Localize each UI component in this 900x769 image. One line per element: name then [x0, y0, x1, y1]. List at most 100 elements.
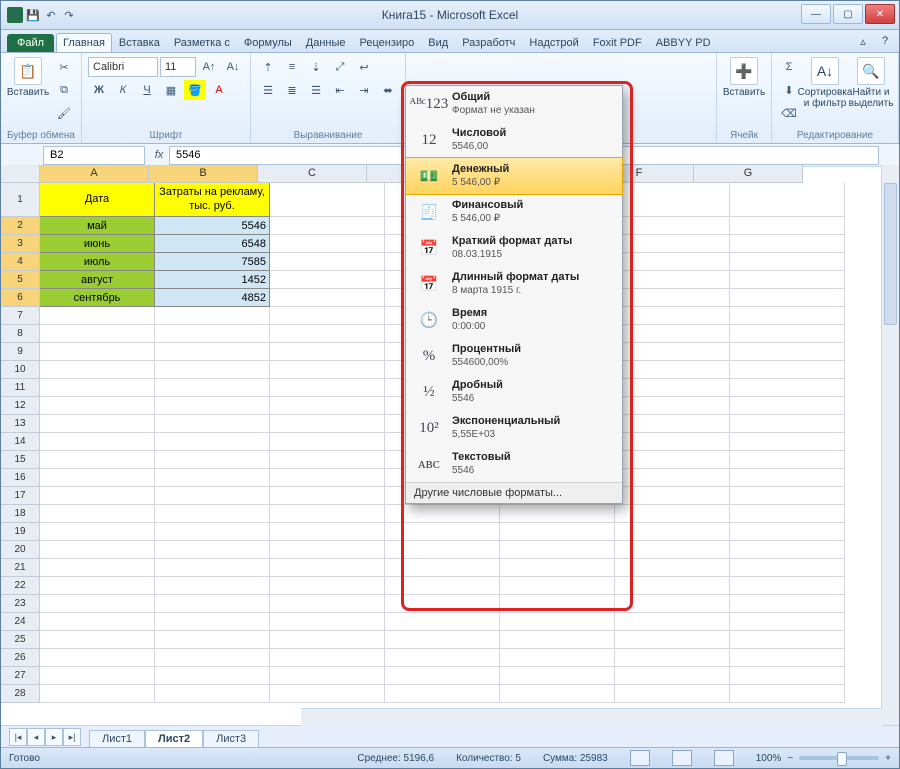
- cell[interactable]: [155, 577, 270, 595]
- cell[interactable]: [615, 183, 730, 217]
- cell[interactable]: [730, 217, 845, 235]
- sheet-tab-2[interactable]: Лист2: [145, 730, 203, 747]
- row-header[interactable]: 12: [1, 397, 40, 415]
- tab-home[interactable]: Главная: [56, 33, 112, 52]
- cell[interactable]: [40, 379, 155, 397]
- cell[interactable]: [615, 271, 730, 289]
- save-icon[interactable]: 💾: [25, 7, 41, 23]
- increase-indent-icon[interactable]: ⇥: [353, 80, 375, 100]
- cell[interactable]: [730, 487, 845, 505]
- tab-review[interactable]: Рецензиро: [353, 33, 422, 52]
- row-header[interactable]: 23: [1, 595, 40, 613]
- col-header-g[interactable]: G: [694, 165, 803, 183]
- cell[interactable]: [270, 559, 385, 577]
- row-header[interactable]: 3: [1, 235, 40, 253]
- cell[interactable]: [270, 379, 385, 397]
- wrap-text-icon[interactable]: ↩: [353, 57, 375, 77]
- row-header[interactable]: 9: [1, 343, 40, 361]
- row-header[interactable]: 27: [1, 667, 40, 685]
- cell[interactable]: [40, 595, 155, 613]
- tab-developer[interactable]: Разработч: [455, 33, 522, 52]
- decrease-indent-icon[interactable]: ⇤: [329, 80, 351, 100]
- row-header[interactable]: 25: [1, 631, 40, 649]
- col-header-a[interactable]: A: [40, 165, 149, 183]
- cell[interactable]: [40, 415, 155, 433]
- cell[interactable]: [40, 361, 155, 379]
- cell[interactable]: [385, 577, 500, 595]
- tab-page-layout[interactable]: Разметка с: [167, 33, 237, 52]
- number-format-option[interactable]: 🧾Финансовый5 546,00 ₽: [406, 194, 622, 230]
- cell[interactable]: [615, 361, 730, 379]
- cell[interactable]: [615, 253, 730, 271]
- cell[interactable]: [385, 685, 500, 703]
- cell[interactable]: [615, 217, 730, 235]
- sheet-nav-prev[interactable]: ◂: [27, 728, 45, 746]
- tab-addins[interactable]: Надстрой: [522, 33, 585, 52]
- number-format-option[interactable]: 10²Экспоненциальный5,55E+03: [406, 410, 622, 446]
- cell[interactable]: [270, 523, 385, 541]
- cell[interactable]: [615, 559, 730, 577]
- cell[interactable]: [615, 415, 730, 433]
- number-format-option[interactable]: 📅Краткий формат даты08.03.1915: [406, 230, 622, 266]
- cell[interactable]: [730, 541, 845, 559]
- cell[interactable]: [500, 541, 615, 559]
- cell[interactable]: [615, 433, 730, 451]
- cell[interactable]: [40, 631, 155, 649]
- cell[interactable]: [615, 541, 730, 559]
- number-format-option[interactable]: 12Числовой5546,00: [406, 122, 622, 158]
- merge-icon[interactable]: ⬌: [377, 80, 399, 100]
- number-format-option[interactable]: 🕒Время0:00:00: [406, 302, 622, 338]
- cell[interactable]: [730, 183, 845, 217]
- tab-insert[interactable]: Вставка: [112, 33, 167, 52]
- insert-cells-button[interactable]: ➕ Вставить: [723, 57, 765, 98]
- cell[interactable]: [500, 649, 615, 667]
- find-select-button[interactable]: 🔍 Найти и выделить: [850, 57, 892, 109]
- number-format-option[interactable]: 📅Длинный формат даты8 марта 1915 г.: [406, 266, 622, 302]
- row-header[interactable]: 17: [1, 487, 40, 505]
- cell[interactable]: [730, 613, 845, 631]
- cell[interactable]: [385, 631, 500, 649]
- cell[interactable]: [730, 523, 845, 541]
- underline-icon[interactable]: Ч: [136, 80, 158, 100]
- cell[interactable]: [615, 343, 730, 361]
- sheet-nav-last[interactable]: ▸|: [63, 728, 81, 746]
- cell[interactable]: [40, 487, 155, 505]
- cell[interactable]: [385, 505, 500, 523]
- font-color-icon[interactable]: A: [208, 80, 230, 100]
- minimize-button[interactable]: —: [801, 4, 831, 24]
- vertical-scrollbar[interactable]: [881, 165, 899, 726]
- cell[interactable]: [615, 397, 730, 415]
- decrease-font-icon[interactable]: A↓: [222, 57, 244, 77]
- row-header[interactable]: 15: [1, 451, 40, 469]
- cell-a[interactable]: июль: [40, 253, 155, 271]
- cell[interactable]: [615, 523, 730, 541]
- cell[interactable]: [155, 631, 270, 649]
- zoom-in-button[interactable]: +: [885, 753, 891, 764]
- cell[interactable]: [40, 433, 155, 451]
- cell[interactable]: [730, 415, 845, 433]
- view-normal-icon[interactable]: [630, 750, 650, 766]
- border-icon[interactable]: ▦: [160, 80, 182, 100]
- row-header[interactable]: 11: [1, 379, 40, 397]
- sheet-nav-next[interactable]: ▸: [45, 728, 63, 746]
- close-button[interactable]: ✕: [865, 4, 895, 24]
- maximize-button[interactable]: ▢: [833, 4, 863, 24]
- tab-data[interactable]: Данные: [299, 33, 353, 52]
- cell[interactable]: [40, 523, 155, 541]
- cell[interactable]: [615, 307, 730, 325]
- cell[interactable]: [500, 685, 615, 703]
- cell-a1[interactable]: Дата: [40, 183, 155, 217]
- cell[interactable]: [500, 559, 615, 577]
- cell[interactable]: [730, 397, 845, 415]
- cell[interactable]: [385, 595, 500, 613]
- cell[interactable]: [730, 325, 845, 343]
- cell[interactable]: [40, 649, 155, 667]
- cell-a[interactable]: май: [40, 217, 155, 235]
- cell[interactable]: [270, 271, 385, 289]
- row-header[interactable]: 5: [1, 271, 40, 289]
- cell[interactable]: [730, 361, 845, 379]
- cell[interactable]: [385, 667, 500, 685]
- cell[interactable]: [500, 595, 615, 613]
- cell[interactable]: [730, 505, 845, 523]
- cell[interactable]: [155, 307, 270, 325]
